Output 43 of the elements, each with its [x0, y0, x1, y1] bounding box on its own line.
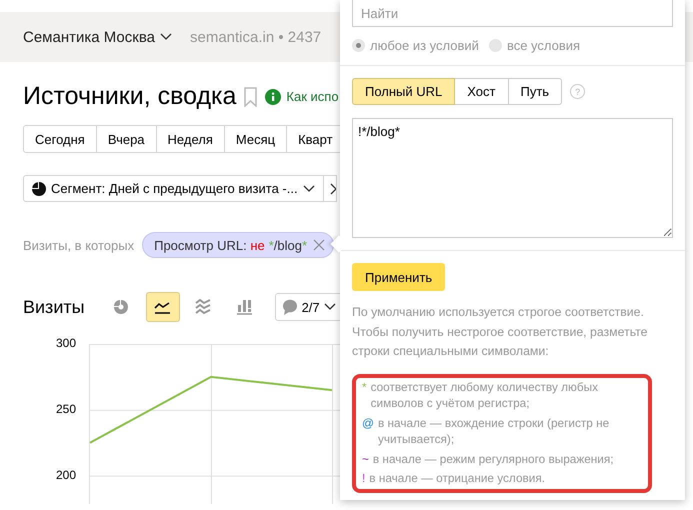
filter-label: Визиты, в которых [23, 238, 134, 252]
close-icon[interactable] [313, 239, 326, 251]
period-tab[interactable]: Сегодня [23, 125, 97, 153]
url-part-tab[interactable]: Путь [508, 78, 562, 105]
axis-label: 200 [54, 468, 76, 482]
bar-chart-icon [236, 299, 254, 315]
filter-chip[interactable]: Просмотр URL: не */blog* [142, 232, 334, 258]
symbol: * [362, 378, 367, 395]
info-icon [265, 88, 282, 104]
symbol: ! [362, 470, 366, 486]
url-part-tab[interactable]: Полный URL [352, 78, 456, 105]
pie-chart-icon [32, 182, 46, 196]
apply-button[interactable]: Применить [352, 263, 446, 291]
help-link[interactable]: Как испо [286, 89, 339, 104]
speech-bubble-icon [282, 299, 298, 315]
url-part-tab[interactable]: Хост [455, 78, 508, 105]
segment-button[interactable]: Сегмент: Дней с предыдущего визита -... [23, 175, 324, 202]
caret-icon [302, 184, 315, 192]
site-address: semantica.in • 2437 [190, 28, 322, 46]
rule-text: в начале — вхождение строки (регистр не учитывается); [378, 414, 610, 448]
hint-text: По умолчанию используется строгое соответствие. Чтобы получить нестрогое соответствие, разметьте строки специальными символами: [352, 304, 648, 360]
search-field[interactable]: Найти [352, 0, 673, 27]
report-title: Источники, сводка [23, 82, 236, 111]
caret-icon [324, 303, 336, 311]
chart-title: Визиты [23, 296, 85, 318]
axis-label: 250 [54, 402, 76, 416]
caret-icon [160, 33, 172, 41]
symbol: ~ [362, 450, 369, 467]
counter-selector[interactable]: Семантика Москва [23, 28, 172, 46]
area-chart-icon [195, 299, 212, 315]
bookmark-icon[interactable] [244, 86, 258, 106]
pie-chart-icon [113, 299, 130, 315]
axis-label: 300 [54, 336, 76, 350]
rule-text: в начале — режим регулярного выражения; [372, 450, 614, 467]
rule-text: в начале — отрицание условия. [369, 470, 546, 486]
close-icon [330, 182, 336, 194]
symbol: @ [362, 414, 374, 431]
chart-type-button[interactable] [146, 292, 180, 322]
rule-text: соответствует любому количеству любых символов с учётом регистра; [370, 378, 599, 412]
period-tab[interactable]: Вчера [96, 125, 157, 153]
period-tab[interactable]: Месяц [224, 125, 288, 153]
period-tab[interactable]: Неделя [156, 125, 225, 153]
url-input[interactable]: !*/blog* [352, 118, 673, 238]
